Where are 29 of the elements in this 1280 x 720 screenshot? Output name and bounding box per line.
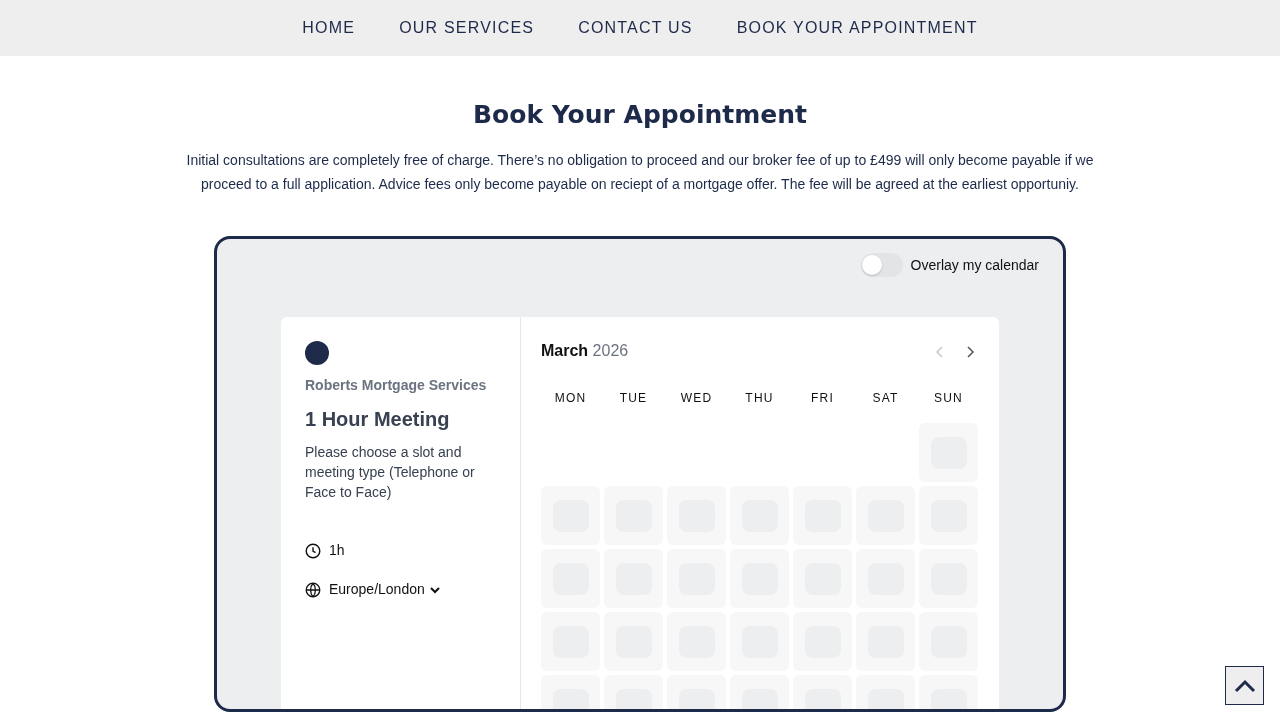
event-description: Please choose a slot and meeting type (Telephone or Face to Face): [305, 443, 476, 502]
event-title: 1 Hour Meeting: [305, 407, 451, 432]
weekday-label: FRI: [810, 390, 835, 407]
clock-icon: [305, 542, 321, 559]
scroll-to-top-button[interactable]: [1225, 666, 1264, 705]
year-label: 2026: [592, 342, 629, 359]
logo-icon: [305, 341, 329, 365]
duration-text: 1h: [329, 541, 345, 560]
weekday-label: THU: [744, 390, 775, 407]
page-heading: Book Your Appointment: [472, 100, 808, 130]
chevron-up-icon: [1233, 678, 1256, 693]
overlay-toggle[interactable]: [860, 253, 903, 277]
toggle-label: Overlay my calendar: [910, 255, 1039, 275]
weekday-label: TUE: [618, 390, 649, 407]
chevron-right-icon: [965, 345, 975, 358]
weekday-label: SUN: [933, 390, 964, 407]
nav-link[interactable]: BOOK YOUR APPOINTMENT: [714, 16, 1000, 40]
weekday-label: SAT: [871, 390, 900, 407]
month-label: March: [541, 342, 589, 359]
globe-icon: [305, 581, 321, 598]
weekday-label: MON: [553, 390, 588, 407]
company-name: Roberts Mortgage Services: [305, 376, 488, 395]
chevron-left-icon: [935, 345, 945, 358]
intro-paragraph: Initial consultations are completely free of charge. There’s no obligation to proceed and our broker fee of up to £499 will only become payable if we proceed to a full application. Advice fees only become payable on reciept of a mortgage offer. The fee will be agreed at the earliest opportuniy.: [185, 151, 1095, 194]
timezone-dropdown[interactable]: Europe/London: [329, 579, 441, 600]
nav-link[interactable]: HOME: [280, 16, 378, 40]
nav-link[interactable]: CONTACT US: [556, 16, 715, 40]
weekday-label: WED: [679, 390, 714, 407]
nav-link[interactable]: OUR SERVICES: [377, 16, 557, 40]
